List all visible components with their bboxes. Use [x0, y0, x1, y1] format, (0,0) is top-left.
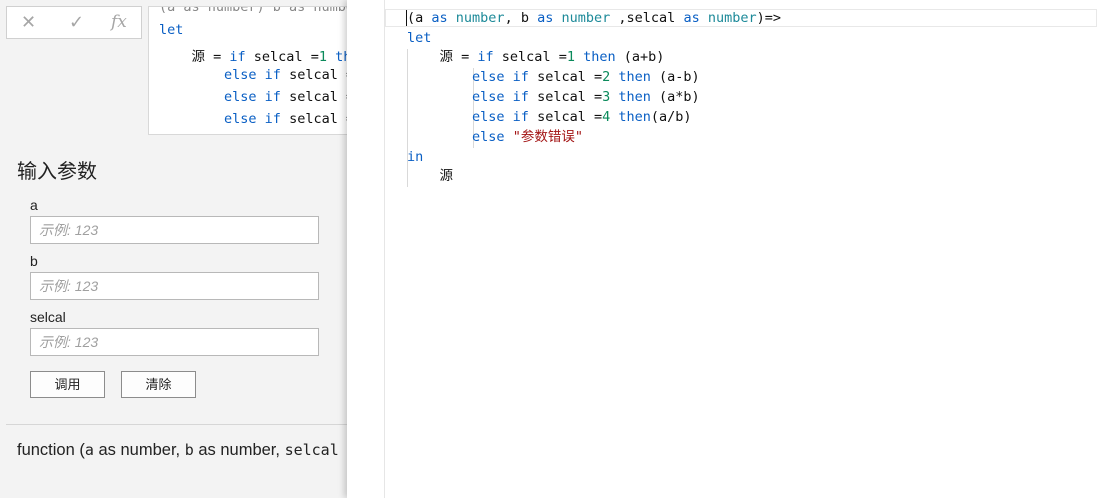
editor-line: else if selcal =4 then(a/b) — [472, 109, 692, 125]
param-input-selcal[interactable] — [30, 328, 319, 356]
editor-line: else if selcal =3 then (a*b) — [472, 89, 700, 105]
param-label-selcal: selcal — [30, 309, 66, 325]
editor-line: in — [407, 149, 424, 165]
fx-icon[interactable]: fx — [111, 12, 127, 32]
parameters-panel: ✕ ✓ fx (a as number) b as number let 源 =… — [0, 0, 347, 498]
param-input-b[interactable] — [30, 272, 319, 300]
formula-preview[interactable]: (a as number) b as number let 源 = if sel… — [148, 6, 347, 135]
divider — [6, 424, 347, 425]
code-line: let — [159, 22, 184, 38]
clear-button[interactable]: 清除 — [121, 371, 196, 398]
code-line: (a as number) b as number — [159, 6, 347, 15]
editor-line: 源 — [407, 168, 454, 184]
confirm-icon[interactable]: ✓ — [69, 12, 84, 33]
param-label-b: b — [30, 253, 38, 269]
editor-line: else if selcal =2 then (a-b) — [472, 69, 700, 85]
code-line: else if selcal =4 then(a/b) — [224, 111, 347, 127]
editor-line: else "参数错误" — [472, 129, 583, 145]
invoke-button[interactable]: 调用 — [30, 371, 105, 398]
editor-line: 源 = if selcal =1 then (a+b) — [407, 49, 665, 65]
editor-line: let — [407, 30, 432, 46]
editor-line: (a as number, b as number ,selcal as num… — [407, 10, 782, 26]
parameters-title: 输入参数 — [17, 161, 97, 183]
function-signature: function (a as number, b as number, selc… — [17, 441, 339, 459]
code-line: else if selcal =3 then (a*b) — [224, 89, 347, 105]
param-input-a[interactable] — [30, 216, 319, 244]
editor-gutter — [347, 0, 385, 498]
code-line: 源 = if selcal =1 then (a+b) — [159, 49, 348, 65]
formula-bar-controls: ✕ ✓ fx — [6, 6, 142, 39]
param-label-a: a — [30, 197, 38, 213]
advanced-editor[interactable]: (a as number, b as number ,selcal as num… — [347, 0, 1097, 498]
code-line: else if selcal =2 then (a-b) — [224, 67, 347, 83]
cancel-icon[interactable]: ✕ — [21, 12, 36, 33]
